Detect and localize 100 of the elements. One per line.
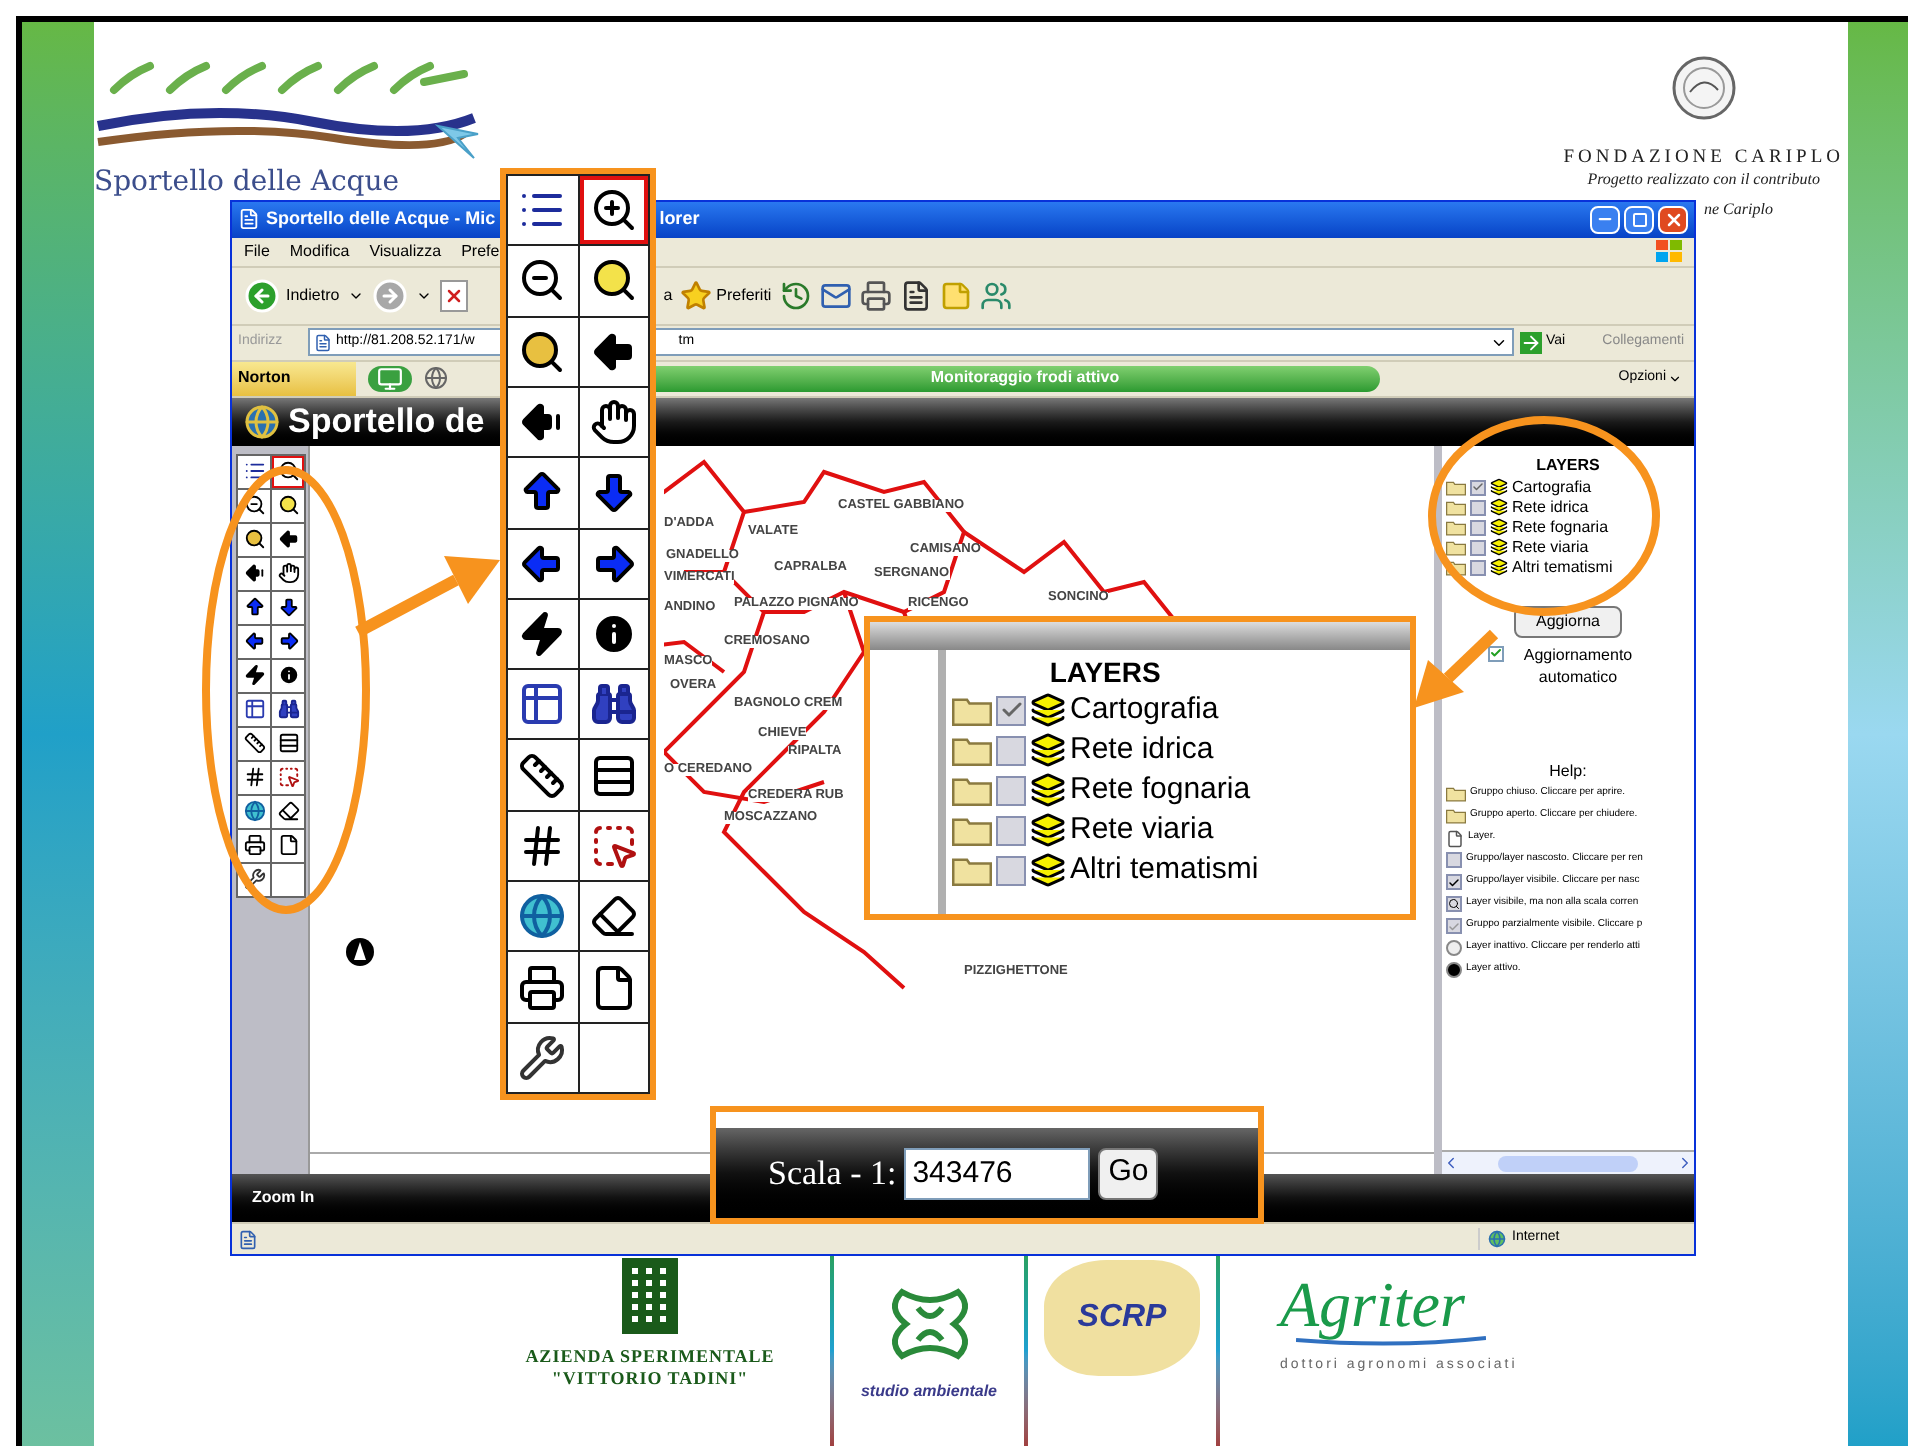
checkbox-icon [1446, 896, 1462, 913]
layers-icon [1490, 478, 1508, 497]
arrow-up-icon [243, 596, 265, 619]
layer-name: Rete viaria [1070, 810, 1214, 850]
table-icon [518, 680, 567, 729]
tool-button[interactable] [579, 176, 648, 245]
layer-checkbox[interactable] [996, 855, 1026, 885]
magnifier-icon [277, 494, 299, 517]
layer-name: Rete fognaria [1512, 517, 1609, 538]
panel-scrollbar[interactable] [1442, 1150, 1694, 1175]
checkbox-icon [1446, 874, 1462, 891]
mail-icon [819, 279, 852, 312]
layer-checkbox[interactable] [996, 775, 1026, 805]
layers-title: LAYERS [1536, 453, 1600, 478]
window-title: Sportello delle Acque - Mic [266, 206, 496, 233]
arrow-right-icon [1520, 331, 1542, 354]
check-icon [999, 698, 1023, 722]
rows-icon [589, 751, 638, 800]
sponsor-note: Progetto realizzato con il contributo [1587, 171, 1821, 187]
tool-status: Zoom In [252, 1186, 315, 1211]
binoculars-icon [277, 698, 299, 721]
layer-checkbox[interactable] [1470, 539, 1486, 556]
page-icon [1446, 829, 1464, 848]
partner-name: studio ambientale [860, 1380, 997, 1404]
hash-icon [243, 766, 265, 789]
magnifier-icon [518, 327, 567, 376]
swoosh-icon [1296, 1336, 1486, 1348]
building-logo-icon [622, 1258, 678, 1334]
auto-update-checkbox[interactable] [1488, 645, 1504, 662]
printer-icon [518, 963, 567, 1012]
toolbar-text: a [663, 283, 673, 308]
folder-icon [952, 735, 992, 765]
layer-checkbox[interactable] [1470, 559, 1486, 576]
note-icon [939, 279, 972, 312]
rows-icon [277, 732, 299, 755]
menu-item[interactable]: Modifica [289, 239, 350, 264]
layer-checkbox[interactable] [1470, 479, 1486, 496]
arrow-down-icon [277, 596, 299, 619]
star-icon [680, 279, 713, 312]
folder-icon [952, 815, 992, 845]
close-button[interactable] [1658, 205, 1688, 234]
magnifier-icon [243, 528, 265, 551]
eraser-icon [589, 892, 638, 941]
menu-item[interactable]: Prefe [461, 239, 500, 264]
check-icon [1472, 480, 1484, 495]
page-icon [277, 834, 299, 857]
layer-checkbox[interactable] [996, 695, 1026, 725]
layer-name: Rete idrica [1512, 497, 1589, 518]
globe-icon [1488, 1230, 1506, 1249]
arrow-right-icon [277, 630, 299, 653]
layer-name: Altri tematismi [1512, 557, 1613, 578]
layers-icon [1030, 732, 1066, 768]
layer-checkbox[interactable] [1470, 499, 1486, 516]
menu-item[interactable]: Visualizza [369, 239, 442, 264]
zoom-in-icon [589, 186, 638, 235]
layer-checkbox[interactable] [1470, 519, 1486, 536]
selection-icon [589, 821, 638, 870]
hand-icon [589, 398, 638, 447]
go-button[interactable]: Go [1098, 1147, 1159, 1199]
table-icon [243, 698, 265, 721]
layer-name: Rete idrica [1070, 730, 1214, 770]
layer-checkbox[interactable] [996, 735, 1026, 765]
norton-label: Norton [232, 361, 356, 396]
scroll-right-icon[interactable] [1676, 1154, 1694, 1173]
layer-checkbox[interactable] [996, 815, 1026, 845]
layer-name: Cartografia [1512, 477, 1592, 498]
windows-logo-icon [1656, 239, 1682, 264]
caret-icon [1668, 371, 1682, 386]
printer-icon [243, 834, 265, 857]
menu-item[interactable]: File [244, 239, 270, 264]
checkbox-icon [1446, 852, 1462, 869]
hand-icon [277, 562, 299, 585]
partner-name: AZIENDA SPERIMENTALE [525, 1346, 775, 1368]
selection-icon [277, 766, 299, 789]
scroll-left-icon[interactable] [1442, 1154, 1460, 1173]
checkbox-icon [1446, 918, 1462, 935]
layers-title: LAYERS [1049, 654, 1161, 690]
layers-icon [1490, 538, 1508, 557]
sponsor-name: FONDAZIONE CARIPLO [1563, 150, 1844, 169]
layer-name: Cartografia [1070, 690, 1219, 730]
bold-arrow-left-icon [277, 528, 299, 551]
back-button[interactable]: Indietro [244, 277, 340, 314]
globe-icon [518, 892, 567, 941]
window-title: lorer [659, 206, 700, 233]
folder-icon [952, 855, 992, 885]
scale-label: Scala - 1: [768, 1151, 897, 1196]
zoom-in-icon [277, 460, 299, 483]
maximize-button[interactable] [1624, 205, 1654, 234]
minimize-button[interactable] [1590, 205, 1620, 234]
globe-icon [243, 800, 265, 823]
logo-text: Sportello delle Acque [94, 168, 402, 196]
lightning-icon [518, 609, 567, 658]
close-icon [1663, 209, 1683, 230]
partner-name: "VITTORIO TADINI" [551, 1368, 749, 1390]
people-icon [979, 279, 1012, 312]
wrench-icon [518, 1033, 567, 1082]
layer-name: Rete viaria [1512, 537, 1589, 558]
favorites-button[interactable]: Preferiti [680, 279, 772, 312]
scrp-map-logo: SCRP [1044, 1260, 1200, 1376]
scale-field[interactable]: 343476 [904, 1147, 1091, 1199]
